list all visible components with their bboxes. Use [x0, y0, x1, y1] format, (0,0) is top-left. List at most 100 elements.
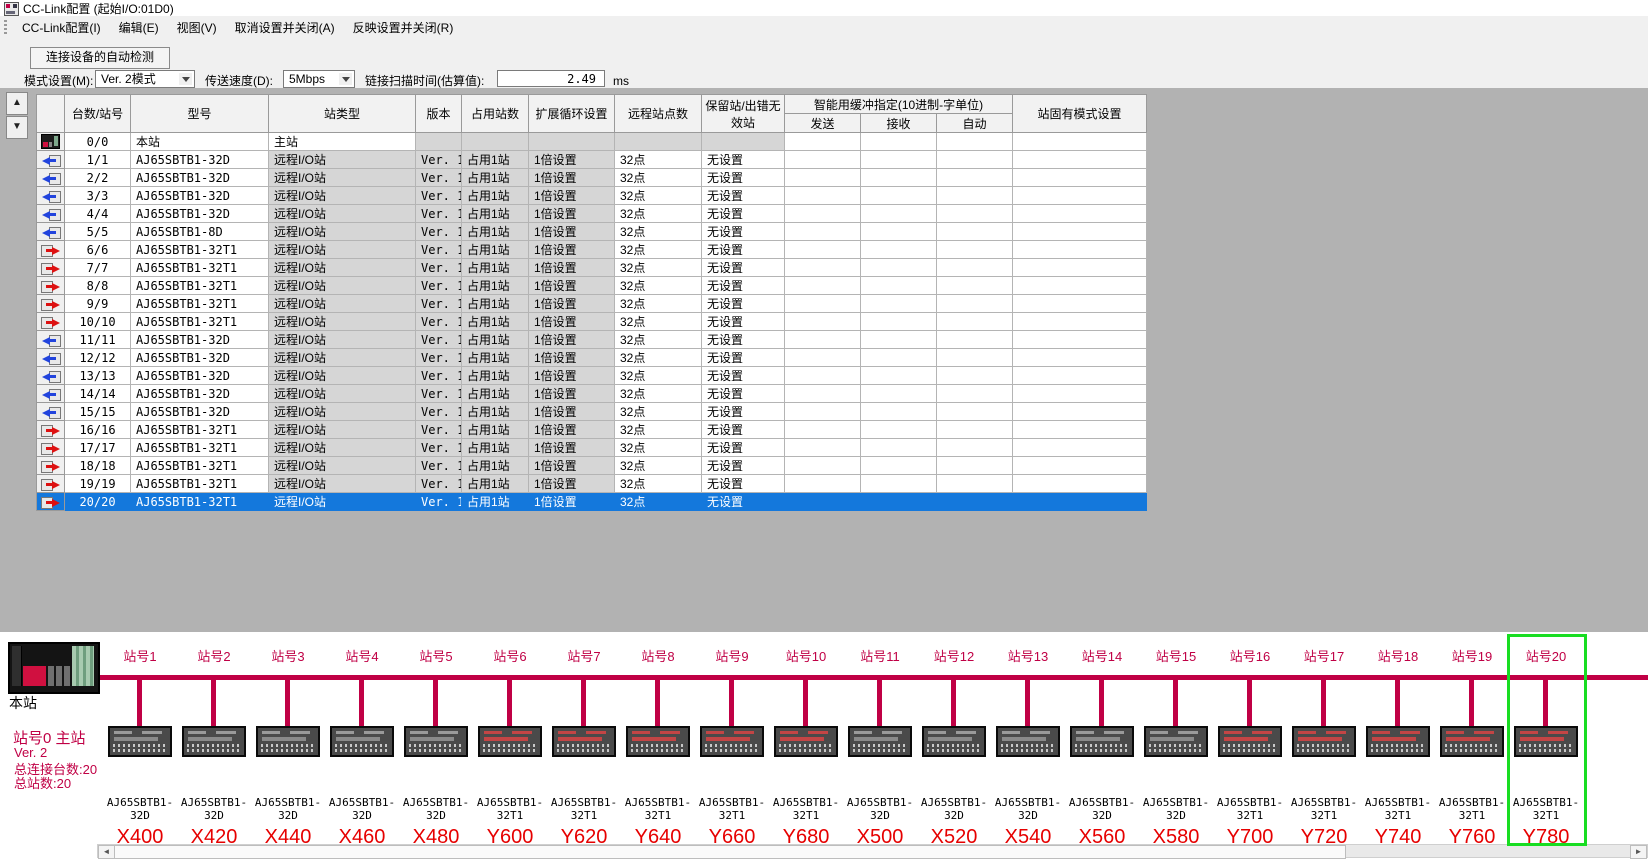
table-row[interactable]: 2/2AJ65SBTB1-32D远程I/O站Ver. 1占用1站1倍设置32点无… — [37, 169, 1147, 187]
cell-station-type[interactable]: 远程I/O站 — [269, 421, 416, 439]
cell-occupied[interactable]: 占用1站 — [462, 403, 529, 421]
cell-expanded-cyclic[interactable]: 1倍设置 — [529, 349, 615, 367]
station-column[interactable]: 站号6AJ65SBTB1-32T1Y600 — [473, 644, 547, 856]
cell-model[interactable]: AJ65SBTB1-32D — [131, 403, 269, 421]
station-column[interactable]: 站号15AJ65SBTB1-32DX580 — [1139, 644, 1213, 856]
cell-auto[interactable] — [937, 439, 1013, 457]
cell-version[interactable]: Ver. 1 — [416, 277, 462, 295]
cell-reserve-station[interactable]: 无设置 — [702, 439, 785, 457]
cell-send[interactable] — [785, 349, 861, 367]
remote-io-device-icon[interactable] — [108, 726, 172, 757]
cell-remote-points[interactable]: 32点 — [615, 439, 702, 457]
station-column[interactable]: 站号4AJ65SBTB1-32DX460 — [325, 644, 399, 856]
cell-receive[interactable] — [861, 457, 937, 475]
cell-expanded-cyclic[interactable]: 1倍设置 — [529, 493, 615, 511]
cell-expanded-cyclic[interactable]: 1倍设置 — [529, 331, 615, 349]
cell-count-station[interactable]: 8/8 — [65, 277, 131, 295]
cell-station-type[interactable]: 远程I/O站 — [269, 295, 416, 313]
cell-receive[interactable] — [861, 133, 937, 151]
cell-receive[interactable] — [861, 205, 937, 223]
station-column[interactable]: 站号19AJ65SBTB1-32T1Y760 — [1435, 644, 1509, 856]
cell-auto[interactable] — [937, 169, 1013, 187]
cell-expanded-cyclic[interactable]: 1倍设置 — [529, 475, 615, 493]
cell-expanded-cyclic[interactable]: 1倍设置 — [529, 169, 615, 187]
cell-version[interactable]: Ver. 1 — [416, 385, 462, 403]
cell-expanded-cyclic[interactable]: 1倍设置 — [529, 439, 615, 457]
cell-send[interactable] — [785, 421, 861, 439]
cell-count-station[interactable]: 20/20 — [65, 493, 131, 511]
cell-version[interactable] — [416, 133, 462, 151]
cell-expanded-cyclic[interactable]: 1倍设置 — [529, 205, 615, 223]
table-row[interactable]: 4/4AJ65SBTB1-32D远程I/O站Ver. 1占用1站1倍设置32点无… — [37, 205, 1147, 223]
cell-count-station[interactable]: 4/4 — [65, 205, 131, 223]
table-row[interactable]: 3/3AJ65SBTB1-32D远程I/O站Ver. 1占用1站1倍设置32点无… — [37, 187, 1147, 205]
station-column[interactable]: 站号20AJ65SBTB1-32T1Y780 — [1509, 644, 1583, 856]
cell-count-station[interactable]: 5/5 — [65, 223, 131, 241]
table-row[interactable]: 0/0本站主站 — [37, 133, 1147, 151]
cell-remote-points[interactable]: 32点 — [615, 205, 702, 223]
cell-reserve-station[interactable]: 无设置 — [702, 151, 785, 169]
cell-send[interactable] — [785, 151, 861, 169]
cell-version[interactable]: Ver. 1 — [416, 457, 462, 475]
cell-station-type[interactable]: 远程I/O站 — [269, 349, 416, 367]
cell-occupied[interactable]: 占用1站 — [462, 367, 529, 385]
cell-version[interactable]: Ver. 1 — [416, 223, 462, 241]
cell-reserve-station[interactable]: 无设置 — [702, 313, 785, 331]
cell-reserve-station[interactable]: 无设置 — [702, 385, 785, 403]
cell-model[interactable]: AJ65SBTB1-32T1 — [131, 493, 269, 511]
cell-remote-points[interactable]: 32点 — [615, 169, 702, 187]
cell-intrinsic-mode[interactable] — [1013, 241, 1147, 259]
cell-station-type[interactable]: 远程I/O站 — [269, 313, 416, 331]
cell-auto[interactable] — [937, 457, 1013, 475]
cell-remote-points[interactable]: 32点 — [615, 223, 702, 241]
cell-reserve-station[interactable]: 无设置 — [702, 223, 785, 241]
cell-count-station[interactable]: 9/9 — [65, 295, 131, 313]
cell-auto[interactable] — [937, 151, 1013, 169]
station-column[interactable]: 站号10AJ65SBTB1-32T1Y680 — [769, 644, 843, 856]
remote-io-device-icon[interactable] — [256, 726, 320, 757]
cell-reserve-station[interactable]: 无设置 — [702, 475, 785, 493]
station-column[interactable]: 站号14AJ65SBTB1-32DX560 — [1065, 644, 1139, 856]
cell-model[interactable]: AJ65SBTB1-32T1 — [131, 277, 269, 295]
cell-expanded-cyclic[interactable]: 1倍设置 — [529, 385, 615, 403]
cell-model[interactable]: AJ65SBTB1-32T1 — [131, 421, 269, 439]
cell-station-type[interactable]: 远程I/O站 — [269, 403, 416, 421]
remote-io-device-icon[interactable] — [552, 726, 616, 757]
station-column[interactable]: 站号13AJ65SBTB1-32DX540 — [991, 644, 1065, 856]
cell-send[interactable] — [785, 385, 861, 403]
cell-model[interactable]: AJ65SBTB1-32D — [131, 367, 269, 385]
cell-count-station[interactable]: 14/14 — [65, 385, 131, 403]
cell-auto[interactable] — [937, 277, 1013, 295]
cell-version[interactable]: Ver. 1 — [416, 349, 462, 367]
cell-version[interactable]: Ver. 1 — [416, 367, 462, 385]
remote-io-device-icon[interactable] — [1218, 726, 1282, 757]
speed-select[interactable]: 5Mbps — [283, 70, 355, 88]
cell-count-station[interactable]: 0/0 — [65, 133, 131, 151]
cell-version[interactable]: Ver. 1 — [416, 493, 462, 511]
cell-intrinsic-mode[interactable] — [1013, 349, 1147, 367]
station-column[interactable]: 站号3AJ65SBTB1-32DX440 — [251, 644, 325, 856]
cell-station-type[interactable]: 远程I/O站 — [269, 223, 416, 241]
cell-auto[interactable] — [937, 421, 1013, 439]
cell-receive[interactable] — [861, 475, 937, 493]
cell-send[interactable] — [785, 403, 861, 421]
cell-count-station[interactable]: 17/17 — [65, 439, 131, 457]
cell-intrinsic-mode[interactable] — [1013, 277, 1147, 295]
cell-expanded-cyclic[interactable]: 1倍设置 — [529, 241, 615, 259]
remote-io-device-icon[interactable] — [1440, 726, 1504, 757]
cell-station-type[interactable]: 远程I/O站 — [269, 439, 416, 457]
cell-auto[interactable] — [937, 205, 1013, 223]
station-column[interactable]: 站号16AJ65SBTB1-32T1Y700 — [1213, 644, 1287, 856]
cell-receive[interactable] — [861, 403, 937, 421]
table-row[interactable]: 14/14AJ65SBTB1-32D远程I/O站Ver. 1占用1站1倍设置32… — [37, 385, 1147, 403]
cell-auto[interactable] — [937, 241, 1013, 259]
cell-station-type[interactable]: 远程I/O站 — [269, 277, 416, 295]
cell-expanded-cyclic[interactable]: 1倍设置 — [529, 403, 615, 421]
cell-send[interactable] — [785, 313, 861, 331]
remote-io-device-icon[interactable] — [182, 726, 246, 757]
cell-occupied[interactable] — [462, 133, 529, 151]
cell-reserve-station[interactable]: 无设置 — [702, 493, 785, 511]
cell-occupied[interactable]: 占用1站 — [462, 349, 529, 367]
link-scan-time-value[interactable]: 2.49 — [497, 70, 605, 87]
cell-count-station[interactable]: 11/11 — [65, 331, 131, 349]
